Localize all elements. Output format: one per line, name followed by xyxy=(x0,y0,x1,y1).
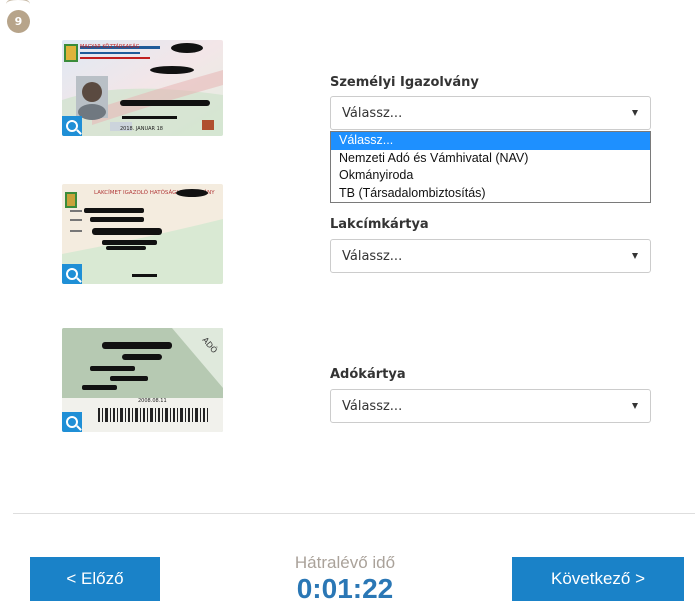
dropdown-option[interactable]: TB (Társadalombiztosítás) xyxy=(331,185,650,203)
magnifier-icon xyxy=(66,120,78,132)
step-arc-decoration xyxy=(6,0,30,10)
timer-value: 0:01:22 xyxy=(296,573,394,604)
chevron-down-icon xyxy=(632,253,638,259)
tax-card-thumbnail[interactable]: ADÓ 2008.08.11 xyxy=(62,328,223,432)
address-card-select[interactable]: Válassz... xyxy=(330,239,651,273)
address-card-thumbnail[interactable]: LAKCÍMET IGAZOLÓ HATÓSÁGI IGAZOLVÁNY xyxy=(62,184,223,284)
tax-card-image: ADÓ 2008.08.11 xyxy=(62,328,223,432)
address-card-image: LAKCÍMET IGAZOLÓ HATÓSÁGI IGAZOLVÁNY xyxy=(62,184,223,284)
next-button[interactable]: Következő > xyxy=(512,557,684,601)
id-card-image: MAGYAR KÖZTÁRSASÁG 2018. JANUAR 18 xyxy=(62,40,223,136)
tax-card-select-value: Válassz... xyxy=(342,398,403,414)
address-card-label: Lakcímkártya xyxy=(330,217,429,232)
footer-divider xyxy=(13,513,695,514)
address-card-select-value: Válassz... xyxy=(342,248,403,264)
magnifier-icon xyxy=(66,268,78,280)
timer-label: Hátralévő idő xyxy=(294,553,396,572)
step-number-badge: 9 xyxy=(7,10,30,33)
id-card-select[interactable]: Válassz... xyxy=(330,96,651,130)
id-card-dropdown-list[interactable]: Válassz... Nemzeti Adó és Vámhivatal (NA… xyxy=(330,131,651,203)
id-card-date: 2018. JANUAR 18 xyxy=(120,126,163,132)
id-card-select-value: Válassz... xyxy=(342,105,403,121)
id-card-thumbnail[interactable]: MAGYAR KÖZTÁRSASÁG 2018. JANUAR 18 xyxy=(62,40,223,136)
tax-card-label: Adókártya xyxy=(330,367,406,382)
dropdown-option[interactable]: Válassz... xyxy=(331,132,650,150)
zoom-button-id-card[interactable] xyxy=(62,116,82,136)
zoom-button-tax-card[interactable] xyxy=(62,412,82,432)
zoom-button-address-card[interactable] xyxy=(62,264,82,284)
chevron-down-icon xyxy=(632,110,638,116)
id-card-label: Személyi Igazolvány xyxy=(330,75,479,90)
tax-card-date: 2008.08.11 xyxy=(138,398,167,404)
previous-button[interactable]: < Előző xyxy=(30,557,160,601)
tax-card-select[interactable]: Válassz... xyxy=(330,389,651,423)
id-card-header: MAGYAR KÖZTÁRSASÁG xyxy=(80,43,140,50)
dropdown-option[interactable]: Okmányiroda xyxy=(331,167,650,185)
magnifier-icon xyxy=(66,416,78,428)
dropdown-option[interactable]: Nemzeti Adó és Vámhivatal (NAV) xyxy=(331,150,650,168)
chevron-down-icon xyxy=(632,403,638,409)
